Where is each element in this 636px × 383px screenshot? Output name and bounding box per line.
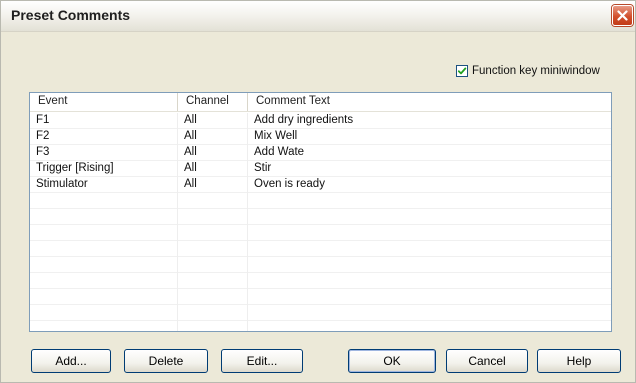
channel-cell: All xyxy=(178,145,248,161)
channel-cell xyxy=(178,241,248,257)
comment-text-cell xyxy=(248,305,611,321)
edit-button[interactable]: Edit... xyxy=(221,349,303,373)
comment-text-cell: Add dry ingredients xyxy=(254,114,354,126)
comment-text-cell xyxy=(248,193,611,209)
column-header-event[interactable]: Event xyxy=(30,93,178,111)
table-row[interactable]: Trigger [Rising] All Stir xyxy=(30,161,611,177)
list-header: Event Channel Comment Text xyxy=(30,93,611,112)
check-icon xyxy=(457,67,467,75)
comment-text-cell xyxy=(248,289,611,305)
comment-text-cell xyxy=(248,273,611,289)
table-row[interactable]: F1 All Add dry ingredients xyxy=(30,113,611,129)
table-row[interactable] xyxy=(30,289,611,305)
comment-text-cell xyxy=(248,225,611,241)
table-row[interactable]: F2 All Mix Well xyxy=(30,129,611,145)
table-row[interactable] xyxy=(30,321,611,331)
cancel-button[interactable]: Cancel xyxy=(446,349,528,373)
add-button[interactable]: Add... xyxy=(31,349,111,373)
close-button[interactable] xyxy=(612,5,633,26)
help-button[interactable]: Help xyxy=(537,349,621,373)
event-cell xyxy=(30,257,178,273)
channel-cell xyxy=(178,193,248,209)
event-cell: Stimulator xyxy=(30,177,178,193)
title-bar: Preset Comments xyxy=(1,1,635,32)
event-cell xyxy=(30,289,178,305)
event-cell xyxy=(30,193,178,209)
event-cell: F1 xyxy=(30,113,178,129)
comment-text-cell: Add Wate xyxy=(254,146,305,158)
close-icon xyxy=(617,10,628,21)
channel-cell xyxy=(178,225,248,241)
comment-text-cell xyxy=(248,321,611,331)
table-row[interactable]: Stimulator All Oven is ready xyxy=(30,177,611,193)
column-header-comment-text[interactable]: Comment Text xyxy=(248,93,611,111)
comment-text-cell xyxy=(248,241,611,257)
comment-text-cell: Mix Well xyxy=(254,130,298,142)
event-cell: F2 xyxy=(30,129,178,145)
comment-text-cell: Oven is ready xyxy=(254,178,325,190)
comment-text-cell xyxy=(248,209,611,225)
comment-text-cell xyxy=(248,257,611,273)
function-key-miniwindow-checkbox[interactable] xyxy=(456,65,468,77)
table-row[interactable] xyxy=(30,257,611,273)
channel-cell: All xyxy=(178,129,248,145)
table-row[interactable] xyxy=(30,225,611,241)
channel-cell: All xyxy=(178,177,248,193)
comment-text-cell: Stir xyxy=(254,162,272,174)
list-rows: F1 All Add dry ingredients F2 All Mix Well F3 A… xyxy=(30,113,611,331)
ok-button[interactable]: OK xyxy=(348,349,436,373)
table-row[interactable] xyxy=(30,193,611,209)
event-cell xyxy=(30,305,178,321)
channel-cell xyxy=(178,209,248,225)
table-row[interactable] xyxy=(30,273,611,289)
channel-cell xyxy=(178,289,248,305)
function-key-miniwindow-option[interactable]: Function key miniwindow xyxy=(456,63,600,79)
event-cell xyxy=(30,225,178,241)
event-cell xyxy=(30,273,178,289)
event-cell: F3 xyxy=(30,145,178,161)
window-title: Preset Comments xyxy=(11,7,131,23)
table-row[interactable]: F3 All Add Wate xyxy=(30,145,611,161)
channel-cell: All xyxy=(178,161,248,177)
table-row[interactable] xyxy=(30,209,611,225)
column-header-channel[interactable]: Channel xyxy=(178,93,248,111)
event-cell: Trigger [Rising] xyxy=(30,161,178,177)
event-cell xyxy=(30,209,178,225)
table-row[interactable] xyxy=(30,241,611,257)
delete-button[interactable]: Delete xyxy=(124,349,208,373)
channel-cell xyxy=(178,273,248,289)
preset-comments-list[interactable]: Event Channel Comment Text F1 All Add dry … xyxy=(29,92,612,332)
function-key-miniwindow-label: Function key miniwindow xyxy=(472,65,600,77)
channel-cell xyxy=(178,321,248,331)
table-row[interactable] xyxy=(30,305,611,321)
channel-cell: All xyxy=(178,113,248,129)
channel-cell xyxy=(178,257,248,273)
preset-comments-dialog: Preset Comments Function key miniwindow … xyxy=(0,0,636,383)
event-cell xyxy=(30,321,178,331)
event-cell xyxy=(30,241,178,257)
channel-cell xyxy=(178,305,248,321)
